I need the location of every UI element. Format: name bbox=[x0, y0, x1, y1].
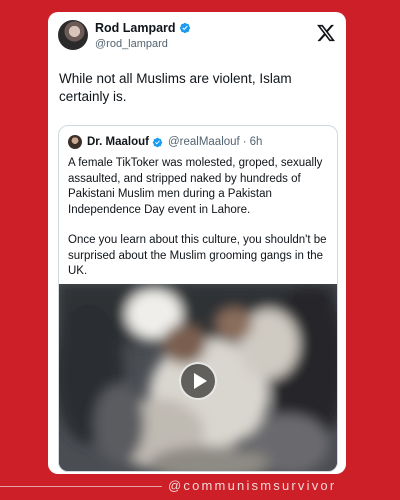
quoted-text: A female TikToker was molested, groped, … bbox=[68, 156, 330, 295]
video-media[interactable] bbox=[59, 284, 337, 471]
quoted-separator: · bbox=[242, 136, 247, 148]
verified-badge-icon bbox=[179, 22, 190, 34]
watermark-handle: @communismsurvivor bbox=[168, 478, 337, 493]
tweet-card[interactable]: Rod Lampard @rod_lampard While not all M… bbox=[48, 12, 346, 474]
author-name-row[interactable]: Rod Lampard bbox=[95, 21, 191, 35]
tweet-header: Rod Lampard @rod_lampard bbox=[58, 20, 336, 54]
x-logo-icon[interactable] bbox=[316, 23, 336, 43]
quoted-author-avatar[interactable] bbox=[68, 135, 82, 149]
quoted-time[interactable]: 6h bbox=[250, 136, 263, 148]
quoted-tweet[interactable]: Dr. Maalouf @realMaalouf · 6h A female T… bbox=[58, 125, 338, 472]
quoted-author-name[interactable]: Dr. Maalouf bbox=[87, 136, 149, 148]
quoted-header: Dr. Maalouf @realMaalouf · 6h bbox=[68, 135, 262, 149]
footer-divider bbox=[0, 486, 162, 487]
quoted-verified-badge-icon bbox=[152, 137, 163, 147]
quoted-author-handle[interactable]: @realMaalouf bbox=[168, 136, 240, 148]
author-avatar[interactable] bbox=[58, 20, 88, 50]
footer: @communismsurvivor bbox=[0, 476, 400, 496]
play-icon[interactable] bbox=[179, 362, 217, 400]
author-name[interactable]: Rod Lampard bbox=[95, 21, 176, 35]
quoted-paragraph: A female TikToker was molested, groped, … bbox=[68, 157, 323, 216]
quoted-paragraph: Once you learn about this culture, you s… bbox=[68, 234, 327, 277]
author-handle[interactable]: @rod_lampard bbox=[95, 38, 168, 50]
tweet-text: While not all Muslims are violent, Islam… bbox=[59, 71, 292, 104]
